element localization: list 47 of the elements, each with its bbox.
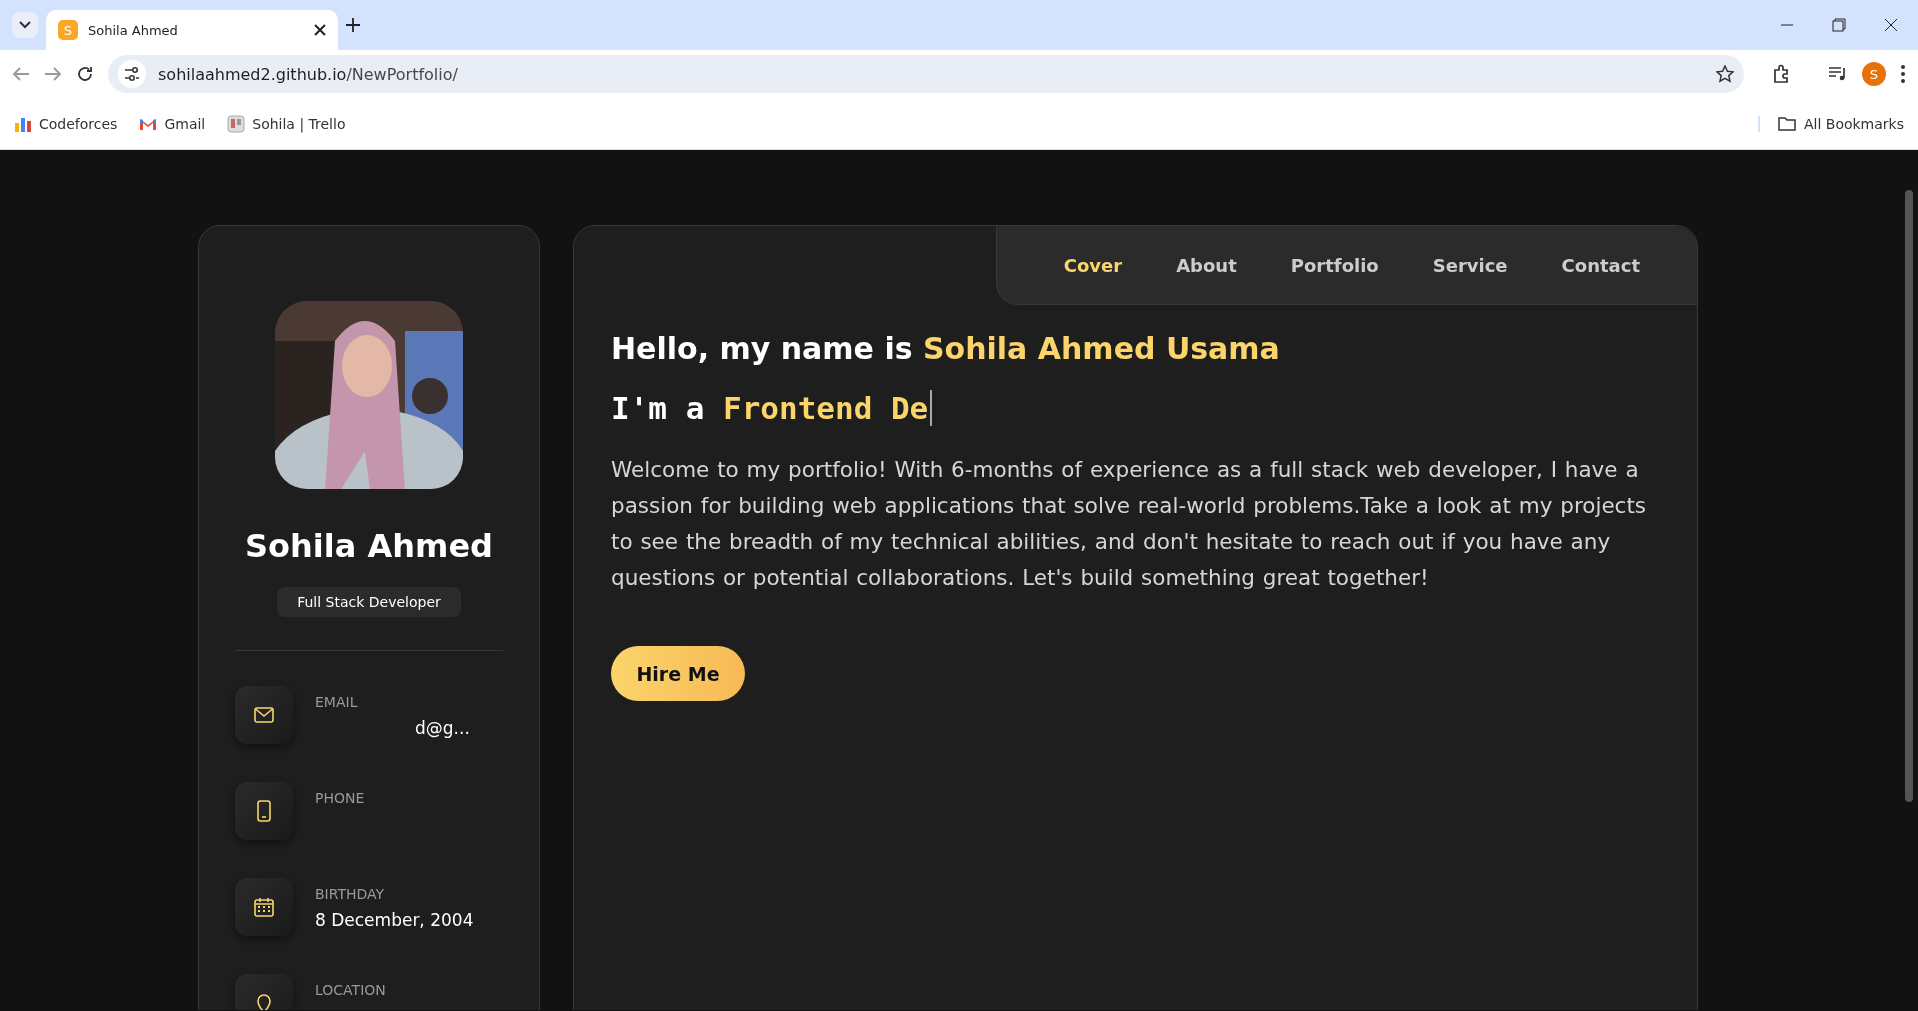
nav-link[interactable]: Service — [1405, 254, 1535, 276]
new-tab-icon[interactable] — [346, 18, 360, 32]
more-icon[interactable] — [1900, 65, 1906, 83]
tab-search-button[interactable] — [12, 12, 38, 38]
close-icon[interactable] — [314, 24, 326, 36]
contact-label: BIRTHDAY — [315, 886, 386, 902]
bookmark-link[interactable]: Sohila | Trello — [227, 114, 346, 133]
back-icon[interactable] — [12, 66, 30, 82]
headline: Hello, my name is Sohila Ahmed Usama — [611, 331, 1281, 366]
typed-title: I'm a Frontend De — [611, 390, 929, 426]
reload-icon[interactable] — [76, 65, 94, 83]
hire-me-button[interactable]: Hire Me — [611, 646, 745, 701]
site-settings-icon[interactable] — [124, 67, 140, 81]
envelope-icon — [254, 707, 274, 723]
mail-icon — [139, 116, 158, 131]
nav-link[interactable]: Portfolio — [1263, 254, 1406, 276]
scrollbar-thumb[interactable] — [1905, 190, 1913, 802]
contact-value: 8 December, 2004 — [315, 910, 474, 930]
url-text: sohilaahmed2.github.io/NewPortfolio/ — [158, 64, 458, 84]
contact-label: EMAIL — [315, 694, 359, 710]
contact-label: LOCATION — [315, 982, 386, 998]
browser-tab[interactable]: S Sohila Ahmed — [46, 10, 338, 50]
close-window-icon[interactable] — [1884, 18, 1898, 32]
chevron-down-icon — [19, 21, 31, 29]
all-bookmarks-button[interactable]: All Bookmarks — [1757, 115, 1904, 132]
role-badge: Full Stack Developer — [277, 587, 461, 617]
board-icon — [227, 114, 246, 133]
contact-label: PHONE — [315, 790, 365, 806]
forward-icon[interactable] — [44, 66, 62, 82]
contact-value: d@g... — [414, 718, 470, 738]
star-icon[interactable] — [1716, 65, 1734, 83]
profile-name: Sohila Ahmed — [245, 527, 493, 565]
calendar-icon — [254, 897, 274, 917]
address-bar[interactable]: sohilaahmed2.github.io/NewPortfolio/ — [108, 55, 1744, 93]
nav-link[interactable]: Contact — [1534, 254, 1667, 276]
nav-link[interactable]: Cover — [1036, 254, 1150, 276]
nav-link[interactable]: About — [1149, 254, 1264, 276]
media-list-icon[interactable] — [1828, 66, 1848, 82]
bookmark-link[interactable]: Gmail — [139, 115, 206, 132]
text-cursor — [930, 390, 933, 426]
site-favicon: S — [58, 20, 78, 40]
restore-icon[interactable] — [1832, 18, 1846, 32]
phone-icon — [257, 800, 271, 822]
intro-paragraph: Welcome to my portfolio! With 6-months of experience as a full stack web developer, I have a passion for building web applications that solve real-world problems.Take a look at my projects to see the breadth of my technical abilities, and don't hesitate to reach out if you have any questions or potential collaborations. Let's build something great together! — [611, 456, 1648, 592]
bookmark-link[interactable]: Codeforces — [14, 115, 118, 132]
bar-chart-icon — [14, 115, 32, 132]
folder-icon — [1777, 116, 1796, 131]
